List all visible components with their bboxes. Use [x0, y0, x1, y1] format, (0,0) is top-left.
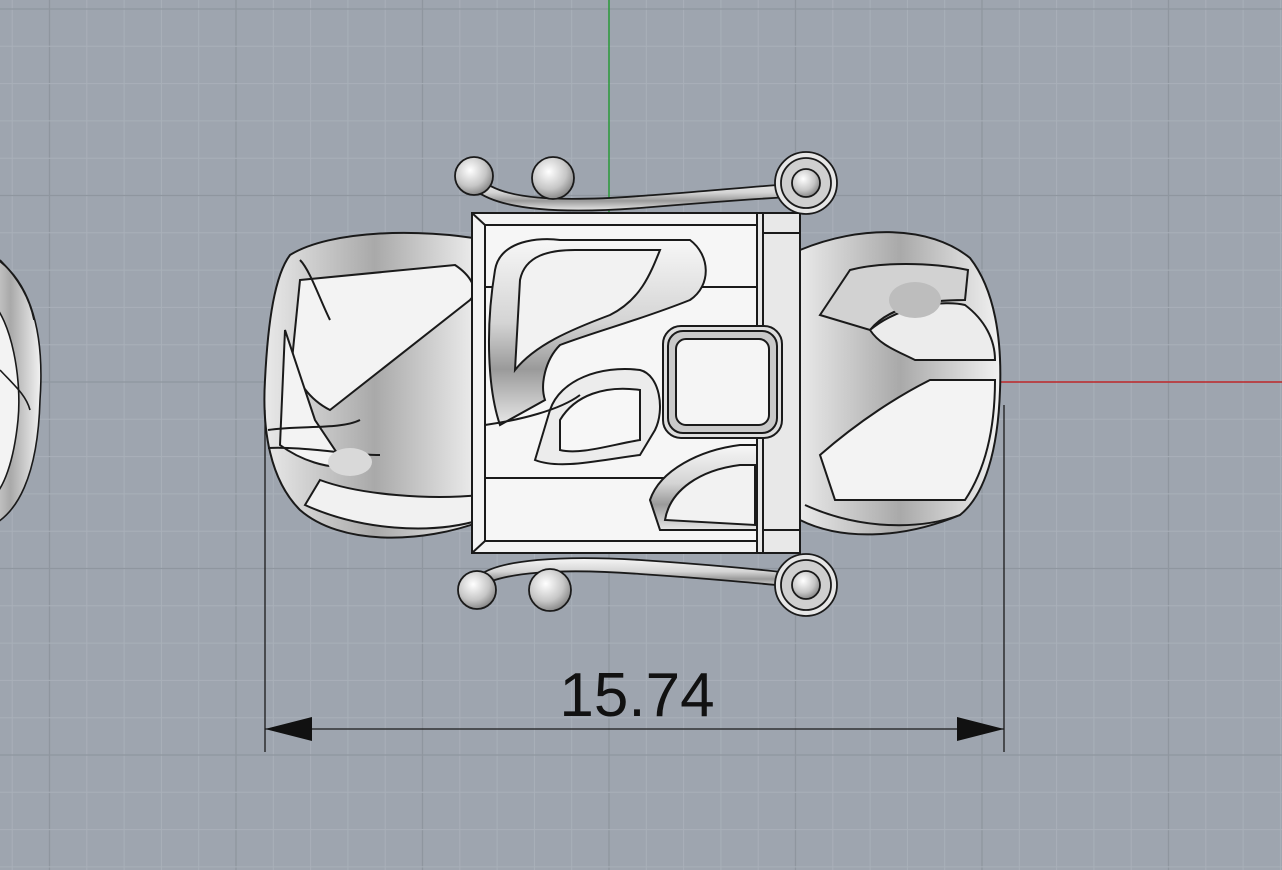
chain-link-left[interactable] — [263, 231, 486, 539]
clasp-push-button[interactable] — [662, 325, 783, 439]
dimension-value: 15.74 — [559, 661, 714, 730]
adjacent-link-left[interactable] — [0, 250, 42, 530]
rhino-viewport-top[interactable]: 15.74 — [0, 0, 1282, 870]
safety-latch-bottom[interactable] — [457, 553, 838, 617]
dimension-arrow-left — [265, 717, 312, 741]
chain-link-right[interactable] — [799, 231, 1002, 536]
dimension-arrow-right — [957, 717, 1004, 741]
